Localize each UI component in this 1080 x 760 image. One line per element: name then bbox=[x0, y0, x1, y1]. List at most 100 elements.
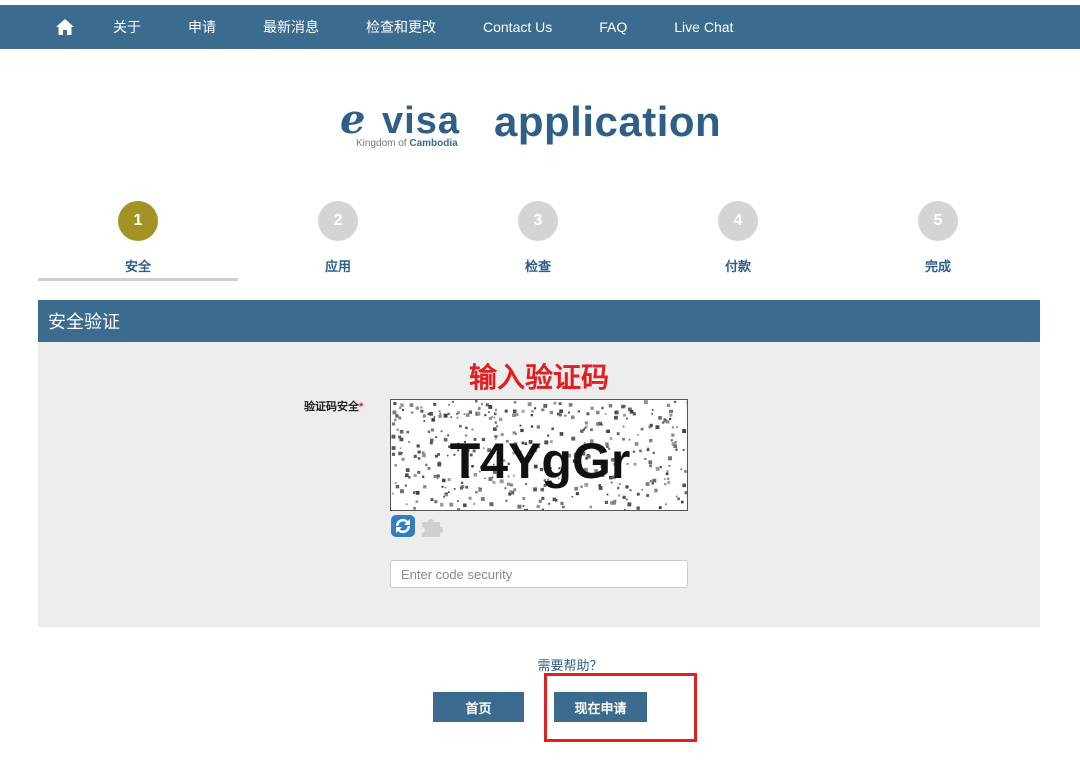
captcha-noise-dot bbox=[584, 421, 588, 425]
captcha-noise-dot bbox=[684, 491, 687, 495]
captcha-noise-dot bbox=[435, 436, 438, 438]
captcha-noise-dot bbox=[408, 441, 410, 443]
captcha-noise-dot bbox=[457, 500, 459, 502]
evisa-logo: e visa Kingdom of Cambodia application bbox=[340, 96, 760, 156]
captcha-noise-dot bbox=[680, 500, 684, 504]
captcha-noise-dot bbox=[629, 489, 632, 492]
section-title: 安全验证 bbox=[38, 300, 1040, 342]
captcha-noise-dot bbox=[415, 500, 419, 503]
captcha-noise-dot bbox=[644, 458, 647, 460]
captcha-noise-dot bbox=[654, 488, 658, 493]
captcha-noise-dot bbox=[494, 408, 497, 412]
captcha-noise-dot bbox=[439, 412, 442, 415]
captcha-noise-dot bbox=[443, 495, 445, 498]
captcha-code-input[interactable] bbox=[390, 560, 688, 588]
captcha-noise-dot bbox=[659, 465, 662, 469]
captcha-noise-dot bbox=[447, 412, 450, 415]
help-link[interactable]: 需要帮助？ bbox=[0, 655, 1080, 674]
captcha-noise-dot bbox=[515, 413, 519, 416]
nav-latest-news[interactable]: 最新消息 bbox=[263, 17, 319, 37]
captcha-noise-dot bbox=[420, 409, 424, 413]
captcha-noise-dot bbox=[504, 409, 508, 413]
captcha-noise-dot bbox=[571, 496, 574, 498]
captcha-noise-dot bbox=[671, 433, 675, 437]
captcha-noise-dot bbox=[530, 414, 533, 417]
captcha-text: T4YgGr bbox=[450, 433, 631, 489]
captcha-noise-dot bbox=[478, 489, 482, 492]
captcha-noise-dot bbox=[396, 428, 399, 431]
captcha-noise-dot bbox=[431, 418, 435, 422]
step-label: 安全 bbox=[124, 259, 151, 274]
captcha-noise-dot bbox=[558, 402, 562, 406]
captcha-label-text: 验证码安全 bbox=[304, 401, 359, 413]
captcha-noise-dot bbox=[647, 447, 650, 450]
captcha-noise-dot bbox=[427, 467, 431, 470]
captcha-noise-dot bbox=[651, 412, 653, 415]
nav-apply[interactable]: 申请 bbox=[188, 17, 216, 37]
refresh-icon[interactable] bbox=[390, 514, 416, 538]
logo-e-mark: e bbox=[340, 96, 366, 143]
captcha-noise-dot bbox=[440, 502, 444, 507]
captcha-noise-dot bbox=[391, 434, 396, 439]
captcha-noise-dot bbox=[682, 483, 686, 488]
captcha-noise-dot bbox=[524, 508, 528, 510]
step-application: 2 应用 bbox=[238, 198, 438, 282]
captcha-noise-dot bbox=[648, 460, 653, 465]
captcha-noise-dot bbox=[488, 405, 493, 409]
captcha-noise-dot bbox=[449, 502, 454, 507]
home-button[interactable]: 首页 bbox=[433, 692, 524, 722]
home-icon[interactable] bbox=[55, 17, 75, 37]
captcha-noise-dot bbox=[646, 494, 649, 497]
nav-live-chat[interactable]: Live Chat bbox=[674, 19, 733, 35]
captcha-field-label: 验证码安全* bbox=[304, 398, 363, 414]
captcha-noise-dot bbox=[399, 437, 404, 442]
captcha-image: T4YgGr bbox=[390, 399, 688, 511]
apply-now-button[interactable]: 现在申请 bbox=[554, 692, 647, 722]
captcha-noise-dot bbox=[680, 468, 683, 470]
captcha-noise-dot bbox=[531, 410, 534, 413]
captcha-noise-dot bbox=[584, 427, 587, 430]
step-label: 应用 bbox=[324, 259, 351, 274]
captcha-noise-dot bbox=[665, 503, 667, 506]
captcha-noise-dot bbox=[394, 482, 397, 484]
help-link-text[interactable]: 需要帮助？ bbox=[477, 658, 602, 673]
nav-contact-us[interactable]: Contact Us bbox=[483, 19, 552, 35]
captcha-noise-dot bbox=[627, 502, 632, 507]
captcha-noise-dot bbox=[667, 477, 670, 480]
captcha-noise-dot bbox=[624, 509, 626, 510]
captcha-noise-dot bbox=[548, 502, 550, 505]
nav-check-and-change[interactable]: 检查和更改 bbox=[366, 17, 436, 37]
captcha-noise-dot bbox=[433, 402, 437, 406]
captcha-noise-dot bbox=[395, 484, 400, 489]
captcha-noise-dot bbox=[480, 497, 485, 501]
captcha-noise-dot bbox=[655, 425, 660, 430]
puzzle-icon[interactable] bbox=[419, 514, 447, 538]
logo-visa-text: visa bbox=[382, 100, 460, 142]
nav-faq[interactable]: FAQ bbox=[599, 19, 627, 35]
captcha-noise-dot bbox=[405, 503, 408, 506]
captcha-noise-dot bbox=[493, 427, 497, 431]
captcha-noise-dot bbox=[473, 502, 476, 505]
captcha-noise-dot bbox=[459, 424, 462, 428]
nav-about[interactable]: 关于 bbox=[113, 17, 141, 37]
captcha-noise-dot bbox=[391, 452, 396, 456]
captcha-noise-dot bbox=[536, 504, 540, 509]
captcha-noise-dot bbox=[611, 500, 616, 505]
captcha-noise-canvas: T4YgGr bbox=[391, 400, 687, 510]
captcha-noise-dot bbox=[443, 437, 448, 442]
captcha-noise-dot bbox=[662, 421, 665, 424]
captcha-noise-dot bbox=[399, 406, 402, 409]
progress-steps: 1 安全 2 应用 3 检查 4 付款 5 完成 bbox=[38, 198, 1040, 284]
captcha-noise-dot bbox=[463, 503, 467, 508]
captcha-noise-dot bbox=[682, 429, 687, 433]
captcha-noise-dot bbox=[401, 457, 405, 461]
captcha-noise-dot bbox=[456, 416, 459, 419]
captcha-noise-dot bbox=[395, 414, 399, 418]
step-label: 付款 bbox=[724, 259, 751, 274]
captcha-noise-dot bbox=[666, 403, 671, 407]
captcha-panel: 输入验证码 验证码安全* T4YgGr bbox=[38, 342, 1040, 627]
captcha-noise-dot bbox=[559, 409, 563, 414]
captcha-noise-dot bbox=[434, 454, 438, 458]
captcha-noise-dot bbox=[402, 409, 404, 411]
captcha-noise-dot bbox=[521, 409, 525, 413]
